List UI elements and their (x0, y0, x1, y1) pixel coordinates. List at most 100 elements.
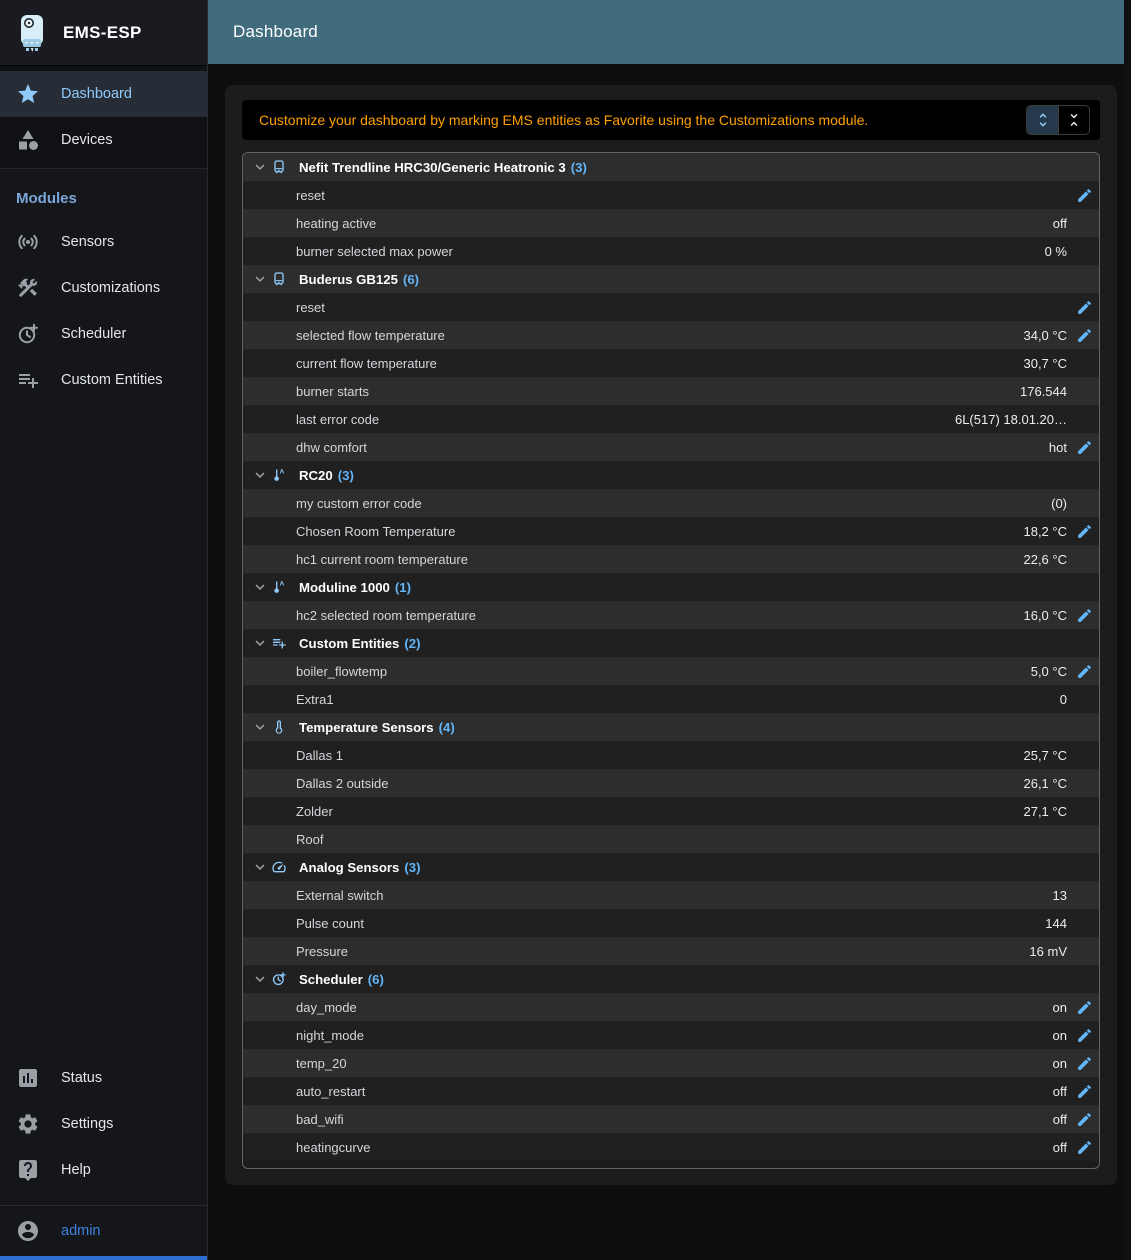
entity-row: boiler_flowtemp5,0 °C (243, 657, 1099, 685)
sidebar-item-settings[interactable]: Settings (0, 1101, 207, 1147)
entity-row: selected flow temperature 34,0 °C (243, 321, 1099, 349)
group-name: Analog Sensors (299, 860, 399, 875)
sidebar-item-sensors[interactable]: Sensors (0, 219, 207, 265)
group-row[interactable]: Temperature Sensors(4) (243, 713, 1099, 741)
entity-value: on (1053, 1000, 1067, 1015)
group-name: RC20 (299, 468, 333, 483)
sidebar-item-custom-entities[interactable]: Custom Entities (0, 357, 207, 403)
entity-value: 16 mV (1029, 944, 1067, 959)
group-name: Scheduler (299, 972, 363, 987)
thermometer-icon (271, 719, 293, 735)
entity-value: hot (1049, 440, 1067, 455)
entity-row: my custom error code(0) (243, 489, 1099, 517)
app-header: EMS-ESP (0, 0, 207, 66)
entity-row: hc1 current room temperature22,6 °C (243, 545, 1099, 573)
thermostat-auto-icon: A (271, 467, 293, 483)
help-icon (16, 1158, 40, 1182)
entity-label: reset (296, 188, 325, 203)
entity-row: day_modeon (243, 993, 1099, 1021)
entity-value: 6L(517) 18.01.20… (955, 412, 1067, 427)
sidebar-item-status[interactable]: Status (0, 1055, 207, 1101)
entity-value: 34,0 °C (1023, 328, 1067, 343)
chevron-down-icon[interactable] (251, 270, 271, 288)
entity-row: External switch13 (243, 881, 1099, 909)
group-row[interactable]: Nefit Trendline HRC30/Generic Heatronic … (243, 153, 1099, 181)
sidebar-item-label: Settings (61, 1116, 113, 1132)
entity-row: night_mode on (243, 1021, 1099, 1049)
edit-icon[interactable] (1076, 1139, 1093, 1156)
notice-text: Customize your dashboard by marking EMS … (259, 112, 1026, 128)
sidebar-item-customizations[interactable]: Customizations (0, 265, 207, 311)
edit-icon[interactable] (1076, 1083, 1093, 1100)
entity-label: boiler_flowtemp (296, 664, 387, 679)
group-count: (3) (404, 860, 420, 875)
entity-row: dhw comforthot (243, 433, 1099, 461)
entity-label: Dallas 1 (296, 748, 343, 763)
entity-label: night_mode (296, 1028, 364, 1043)
chevron-down-icon[interactable] (251, 634, 271, 652)
entity-label: selected flow temperature (296, 328, 445, 343)
edit-icon[interactable] (1076, 999, 1093, 1016)
entity-row: temp_20on (243, 1049, 1099, 1077)
entity-label: Zolder (296, 804, 333, 819)
edit-icon[interactable] (1076, 523, 1093, 540)
main: Customize your dashboard by marking EMS … (208, 64, 1124, 1260)
entity-value: 176.544 (1020, 384, 1067, 399)
entity-row: burner selected max power0 % (243, 237, 1099, 265)
entity-label: Extra1 (296, 692, 334, 707)
sidebar-item-scheduler[interactable]: Scheduler (0, 311, 207, 357)
collapse-all-button[interactable] (1058, 106, 1089, 134)
edit-icon[interactable] (1076, 663, 1093, 680)
chevron-down-icon[interactable] (251, 718, 271, 736)
entity-label: Chosen Room Temperature (296, 524, 455, 539)
entity-row: Pulse count144 (243, 909, 1099, 937)
sidebar-bottom-accent (0, 1256, 207, 1260)
entity-value: 30,7 °C (1023, 356, 1067, 371)
sidebar-item-help[interactable]: Help (0, 1147, 207, 1193)
edit-icon[interactable] (1076, 1027, 1093, 1044)
entity-value: 13 (1053, 888, 1067, 903)
group-row[interactable]: Buderus GB125(6) (243, 265, 1099, 293)
sidebar-item-devices[interactable]: Devices (0, 117, 207, 163)
page-scrollbar[interactable] (1124, 0, 1131, 1260)
entity-row: reset (243, 293, 1099, 321)
entity-row: reset (243, 181, 1099, 209)
sidebar-item-label: Status (61, 1070, 102, 1086)
account-circle-icon (16, 1219, 40, 1243)
sidebar-item-label: Help (61, 1162, 91, 1178)
entity-value: off (1053, 1112, 1067, 1127)
entity-label: last error code (296, 412, 379, 427)
sidebar-item-dashboard[interactable]: Dashboard (0, 71, 207, 117)
group-row[interactable]: ARC20(3) (243, 461, 1099, 489)
group-row[interactable]: Custom Entities(2) (243, 629, 1099, 657)
chevron-down-icon[interactable] (251, 970, 271, 988)
chevron-down-icon[interactable] (251, 466, 271, 484)
expand-all-button[interactable] (1027, 106, 1058, 134)
entity-label: auto_restart (296, 1084, 365, 1099)
entity-row: Zolder27,1 °C (243, 797, 1099, 825)
entity-row: auto_restartoff (243, 1077, 1099, 1105)
chevron-down-icon[interactable] (251, 578, 271, 596)
group-row[interactable]: AModuline 1000(1) (243, 573, 1099, 601)
group-row[interactable]: Analog Sensors (3) (243, 853, 1099, 881)
group-name: Custom Entities (299, 636, 399, 651)
group-row[interactable]: Scheduler(6) (243, 965, 1099, 993)
sidebar-item-admin[interactable]: admin (0, 1206, 207, 1256)
edit-icon[interactable] (1076, 607, 1093, 624)
entity-value: 16,0 °C (1023, 608, 1067, 623)
group-count: (4) (439, 720, 455, 735)
chevron-down-icon[interactable] (251, 858, 271, 876)
entity-value: on (1053, 1028, 1067, 1043)
group-name: Moduline 1000 (299, 580, 390, 595)
edit-icon[interactable] (1076, 187, 1093, 204)
edit-icon[interactable] (1076, 327, 1093, 344)
sensors-icon (16, 230, 40, 254)
entity-value: 22,6 °C (1023, 552, 1067, 567)
ems-esp-logo-icon (16, 12, 48, 54)
edit-icon[interactable] (1076, 299, 1093, 316)
edit-icon[interactable] (1076, 1055, 1093, 1072)
chevron-down-icon[interactable] (251, 158, 271, 176)
edit-icon[interactable] (1076, 439, 1093, 456)
entity-label: my custom error code (296, 496, 422, 511)
edit-icon[interactable] (1076, 1111, 1093, 1128)
